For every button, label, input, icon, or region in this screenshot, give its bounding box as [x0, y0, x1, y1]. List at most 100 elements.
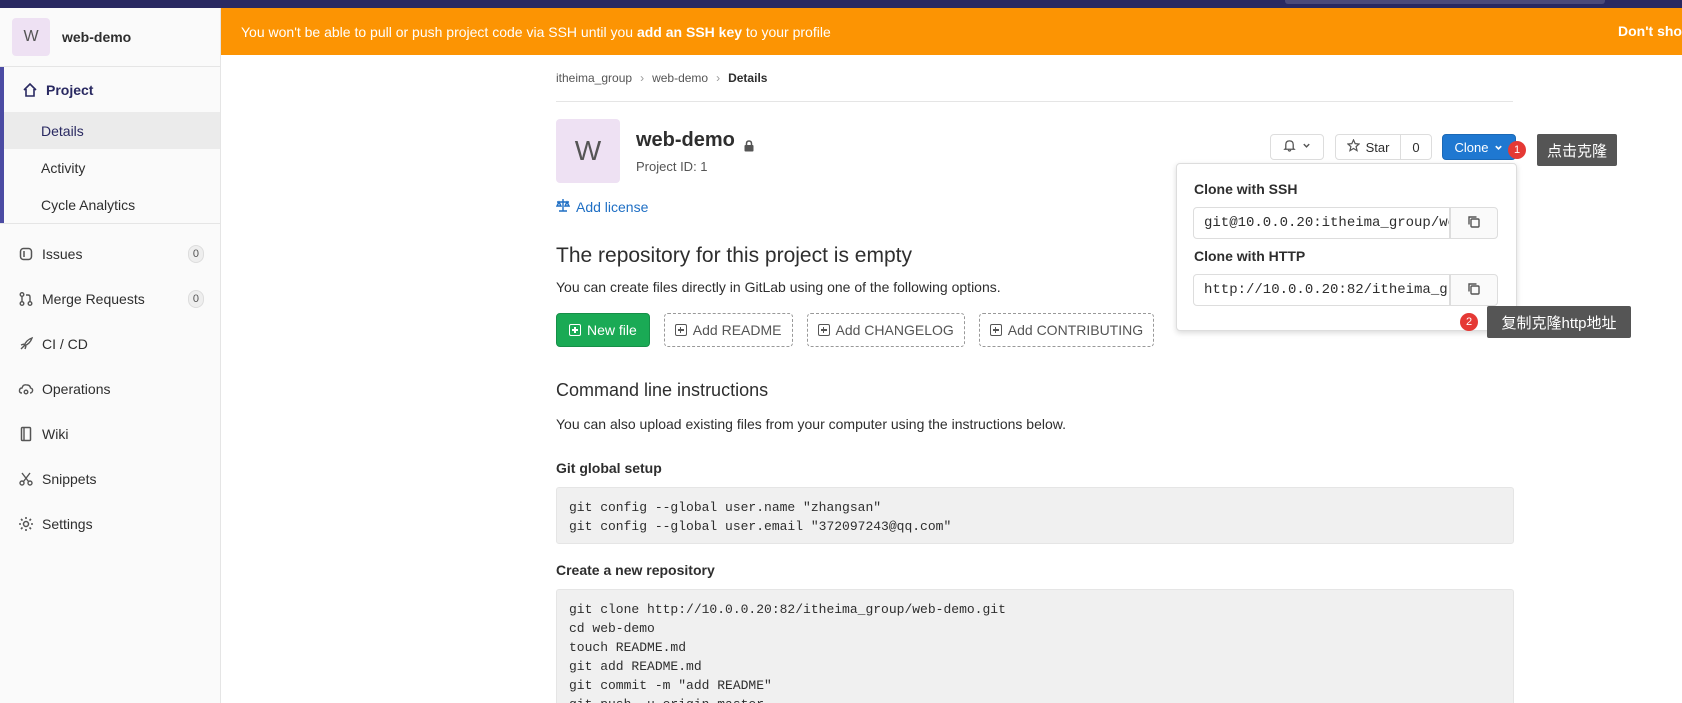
sidebar-item-project[interactable]: Project: [4, 67, 220, 112]
sidebar-item-settings[interactable]: Settings: [0, 501, 220, 546]
sidebar-item-label: Issues: [42, 245, 83, 262]
breadcrumb: itheima_group › web-demo › Details: [556, 55, 1513, 102]
project-title: web-demo: [636, 129, 755, 152]
clone-ssh-label: Clone with SSH: [1194, 181, 1298, 197]
annotation-tooltip-1: 点击克隆: [1537, 134, 1617, 166]
sidebar-item-label: Settings: [42, 515, 93, 532]
sidebar-item-activity[interactable]: Activity: [4, 149, 220, 186]
star-icon: [1346, 138, 1361, 155]
rocket-icon: [18, 336, 34, 352]
sidebar-item-label: Wiki: [42, 425, 69, 442]
sidebar-item-merge-requests[interactable]: Merge Requests 0: [0, 276, 220, 321]
copy-icon: [1467, 282, 1481, 299]
plus-square-icon: [674, 324, 687, 336]
sidebar-item-wiki[interactable]: Wiki: [0, 411, 220, 456]
chevron-right-icon: ›: [716, 71, 721, 85]
empty-repo-title: The repository for this project is empty: [556, 244, 912, 267]
sidebar-header[interactable]: W web-demo: [0, 8, 220, 67]
breadcrumb-project[interactable]: web-demo: [652, 71, 708, 85]
annotation-badge-2: 2: [1460, 313, 1478, 331]
project-id: Project ID: 1: [636, 159, 708, 174]
add-changelog-label: Add CHANGELOG: [835, 322, 954, 338]
lock-icon: [743, 135, 755, 151]
add-contributing-button[interactable]: Add CONTRIBUTING: [978, 313, 1155, 347]
sidebar: W web-demo Project Details Activity Cycl…: [0, 8, 221, 703]
gear-icon: [18, 516, 34, 532]
clone-http-label: Clone with HTTP: [1194, 248, 1306, 264]
create-repo-code: git clone http://10.0.0.20:82/itheima_gr…: [556, 589, 1514, 703]
search-box[interactable]: [1285, 0, 1605, 4]
clone-button[interactable]: Clone: [1442, 134, 1516, 160]
sidebar-item-cycle-analytics[interactable]: Cycle Analytics: [4, 186, 220, 223]
sidebar-item-snippets[interactable]: Snippets: [0, 456, 220, 501]
clone-label: Clone: [1454, 139, 1489, 155]
chevron-right-icon: ›: [640, 71, 645, 85]
new-file-button[interactable]: New file: [556, 313, 650, 347]
add-license-label: Add license: [576, 198, 649, 215]
banner-text: You won't be able to pull or push projec…: [241, 23, 637, 40]
sidebar-item-issues[interactable]: Issues 0: [0, 231, 220, 276]
annotation-badge-1: 1: [1508, 141, 1526, 159]
git-global-setup-heading: Git global setup: [556, 460, 662, 476]
sidebar-item-operations[interactable]: Operations: [0, 366, 220, 411]
project-name: web-demo: [636, 129, 735, 151]
cloud-gear-icon: [18, 381, 34, 397]
add-readme-button[interactable]: Add README: [663, 313, 793, 347]
top-navbar: [0, 0, 1682, 8]
new-file-label: New file: [587, 322, 637, 338]
scissors-icon: [18, 471, 34, 487]
sidebar-project-section: Project Details Activity Cycle Analytics: [0, 67, 220, 223]
plus-square-icon: [989, 324, 1002, 336]
star-label: Star: [1365, 139, 1390, 155]
star-button[interactable]: Star: [1335, 134, 1401, 160]
chevron-down-icon: [1494, 140, 1503, 155]
git-global-setup-code: git config --global user.name "zhangsan"…: [556, 487, 1514, 544]
cli-instructions-description: You can also upload existing files from …: [556, 416, 1066, 432]
sidebar-item-label: CI / CD: [42, 335, 88, 352]
add-ssh-key-link[interactable]: add an SSH key: [637, 24, 742, 40]
dont-show-again-link[interactable]: Don't show: [1618, 23, 1682, 39]
sidebar-divider: [0, 223, 220, 231]
sidebar-item-label: Snippets: [42, 470, 97, 487]
create-repo-heading: Create a new repository: [556, 562, 715, 578]
ssh-key-warning-banner: You won't be able to pull or push projec…: [221, 8, 1682, 55]
plus-square-icon: [569, 324, 581, 336]
copy-http-button[interactable]: [1450, 274, 1498, 306]
empty-repo-actions: New file Add README Add CHANGELOG Add CO…: [556, 313, 1155, 347]
breadcrumb-current[interactable]: Details: [728, 71, 767, 85]
sidebar-item-ci-cd[interactable]: CI / CD: [0, 321, 220, 366]
scale-icon: [555, 198, 571, 215]
chevron-down-icon: [1302, 141, 1311, 153]
sidebar-item-label: Merge Requests: [42, 290, 145, 307]
merge-request-icon: [18, 291, 34, 307]
copy-ssh-button[interactable]: [1450, 207, 1498, 239]
issues-count-badge: 0: [187, 245, 204, 263]
bell-icon: [1283, 139, 1296, 155]
banner-text-after: to your profile: [742, 23, 831, 40]
add-license-link[interactable]: Add license: [555, 198, 649, 215]
project-avatar: W: [556, 119, 620, 183]
add-readme-label: Add README: [692, 322, 782, 338]
project-avatar-small: W: [12, 18, 50, 56]
sidebar-item-label: Operations: [42, 380, 111, 397]
plus-square-icon: [817, 324, 830, 336]
sidebar-project-title: web-demo: [62, 29, 132, 45]
annotation-tooltip-2: 复制克隆http地址: [1487, 306, 1631, 338]
home-icon: [22, 82, 38, 98]
copy-icon: [1467, 215, 1481, 232]
breadcrumb-group[interactable]: itheima_group: [556, 71, 632, 85]
merge-requests-count-badge: 0: [187, 290, 204, 308]
book-icon: [18, 426, 34, 442]
clone-ssh-url-field[interactable]: git@10.0.0.20:itheima_group/web-demo.git: [1193, 207, 1450, 239]
add-contributing-label: Add CONTRIBUTING: [1007, 322, 1144, 338]
clone-http-url-field[interactable]: http://10.0.0.20:82/itheima_group/web-de…: [1193, 274, 1450, 306]
notification-dropdown-button[interactable]: [1270, 134, 1324, 160]
sidebar-item-label: Project: [46, 81, 94, 98]
star-count[interactable]: 0: [1400, 134, 1432, 160]
sidebar-item-details[interactable]: Details: [4, 112, 220, 149]
add-changelog-button[interactable]: Add CHANGELOG: [806, 313, 965, 347]
empty-repo-description: You can create files directly in GitLab …: [556, 279, 1001, 295]
cli-instructions-title: Command line instructions: [556, 380, 769, 400]
issues-icon: [18, 246, 34, 262]
clone-dropdown-menu: Clone with SSH git@10.0.0.20:itheima_gro…: [1176, 163, 1517, 331]
